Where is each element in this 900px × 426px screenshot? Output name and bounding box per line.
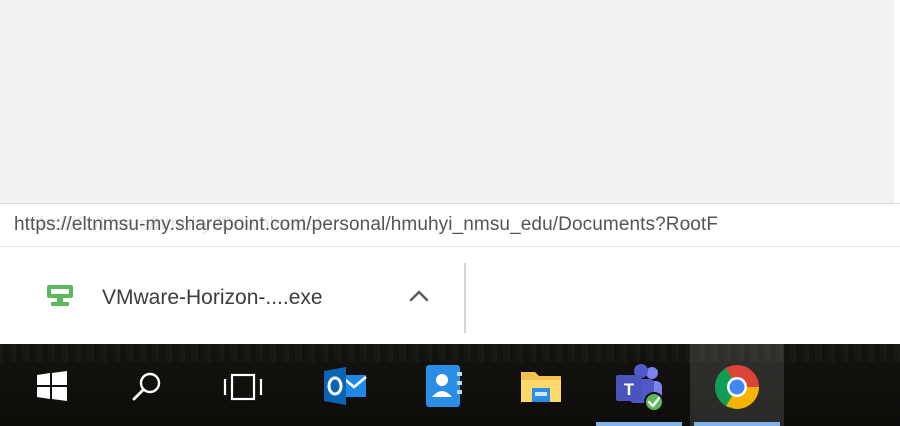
taskbar-teams-button[interactable]: T [592, 344, 686, 426]
folder-icon [521, 372, 561, 402]
windows-taskbar: T [0, 344, 900, 426]
chrome-running-indicator [694, 422, 780, 426]
chevron-up-icon[interactable] [404, 283, 434, 309]
outlook-icon [324, 367, 367, 405]
chrome-icon [715, 365, 759, 409]
svg-text:T: T [624, 380, 635, 399]
browser-content-area[interactable] [0, 0, 900, 203]
download-item[interactable]: VMware-Horizon-....exe [0, 247, 465, 345]
taskbar-outlook-button[interactable] [300, 344, 394, 426]
link-status-bar: file:///C:/Users/hmuhyi/Downloads/ https… [0, 203, 900, 246]
download-shelf: VMware-Horizon-....exe [0, 246, 900, 344]
task-view-icon [223, 373, 263, 401]
status-url: https://eltnmsu-my.sharepoint.com/person… [14, 214, 719, 235]
taskbar-people-button[interactable] [398, 344, 492, 426]
teams-icon: T [616, 364, 664, 412]
search-icon [132, 372, 161, 401]
download-filename: VMware-Horizon-....exe [102, 286, 323, 309]
teams-running-indicator [596, 422, 682, 426]
taskbar-start-button[interactable] [4, 344, 98, 426]
taskbar-search-button[interactable] [100, 344, 194, 426]
shelf-divider [464, 263, 466, 333]
taskbar-file-explorer-button[interactable] [494, 344, 588, 426]
taskbar-chrome-button[interactable] [690, 344, 784, 426]
taskbar-task-view-button[interactable] [196, 344, 290, 426]
content-right-edge [894, 0, 900, 203]
screen: file:///C:/Users/hmuhyi/Downloads/ https… [0, 0, 900, 426]
vmware-horizon-icon [44, 283, 76, 309]
windows-logo-icon [37, 371, 67, 401]
contacts-icon [426, 365, 462, 407]
